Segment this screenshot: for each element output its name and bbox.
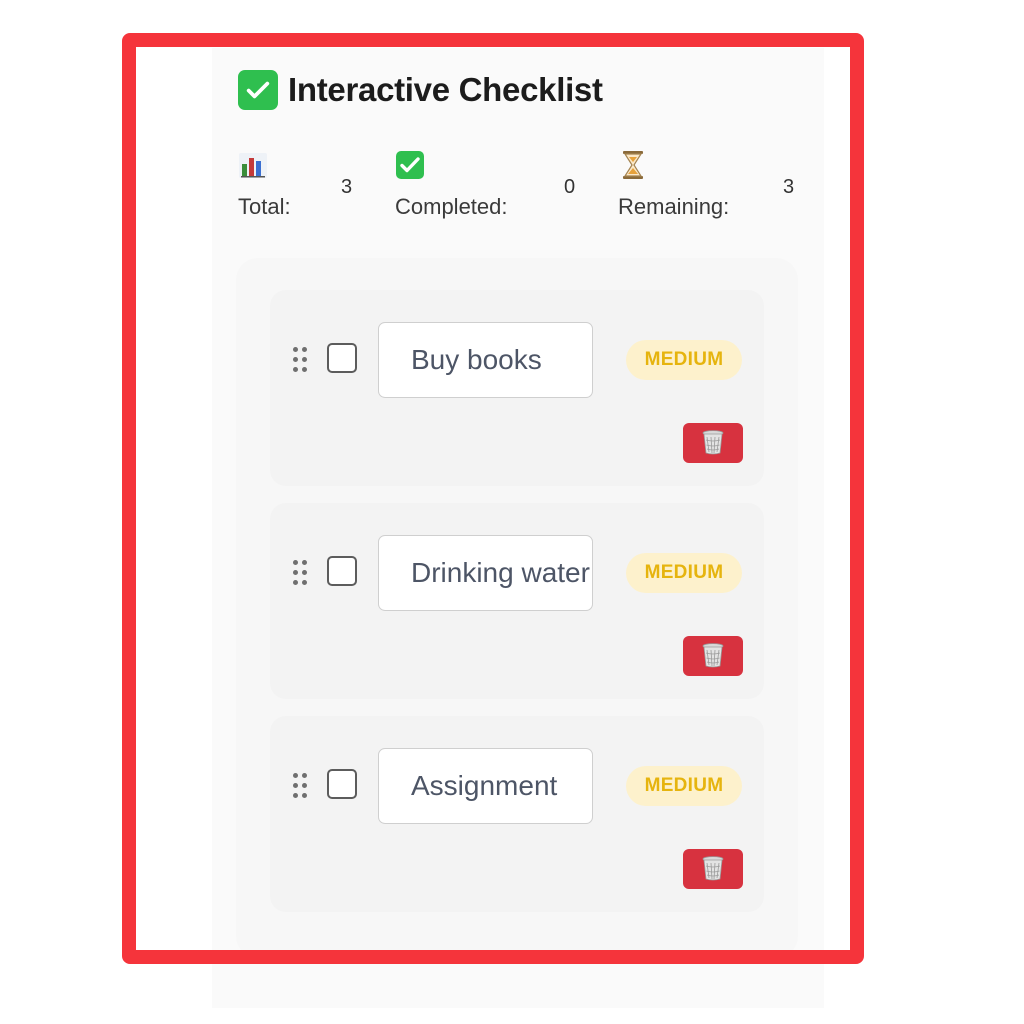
list-item: MEDIUM: [270, 716, 764, 912]
delete-button[interactable]: [683, 636, 743, 676]
drag-handle-icon[interactable]: [293, 347, 309, 373]
stat-completed-label: Completed:: [395, 194, 508, 219]
stat-remaining-label: Remaining:: [618, 194, 730, 219]
header: Interactive Checklist: [238, 70, 603, 110]
drag-handle-icon[interactable]: [293, 560, 309, 586]
stat-remaining: Remaining: 3: [618, 150, 808, 230]
priority-badge[interactable]: MEDIUM: [626, 553, 742, 593]
check-mark-button-icon: [395, 150, 425, 180]
stat-completed-value: 0: [564, 176, 576, 198]
delete-button[interactable]: [683, 849, 743, 889]
item-text-input[interactable]: [378, 535, 593, 611]
stat-total: Total: 3: [238, 150, 368, 230]
list-item: MEDIUM: [270, 503, 764, 699]
item-text-input[interactable]: [378, 748, 593, 824]
trash-can-icon: [701, 429, 725, 458]
trash-can-icon: [701, 855, 725, 884]
item-checkbox[interactable]: [327, 769, 357, 799]
item-text-input[interactable]: [378, 322, 593, 398]
stat-remaining-value: 3: [783, 176, 795, 198]
delete-button[interactable]: [683, 423, 743, 463]
item-checkbox[interactable]: [327, 343, 357, 373]
list-item: MEDIUM: [270, 290, 764, 486]
stat-total-label: Total:: [238, 194, 291, 219]
trash-can-icon: [701, 642, 725, 671]
item-checkbox[interactable]: [327, 556, 357, 586]
priority-badge[interactable]: MEDIUM: [626, 340, 742, 380]
drag-handle-icon[interactable]: [293, 773, 309, 799]
page-title: Interactive Checklist: [288, 71, 603, 108]
bar-chart-icon: [238, 150, 268, 180]
priority-badge[interactable]: MEDIUM: [626, 766, 742, 806]
stat-total-value: 3: [341, 176, 353, 198]
hourglass-icon: [618, 150, 648, 180]
stat-completed: Completed: 0: [395, 150, 595, 230]
check-mark-button-icon: [238, 70, 278, 110]
screen: Interactive Checklist Total: 3 Completed…: [0, 0, 1024, 1024]
